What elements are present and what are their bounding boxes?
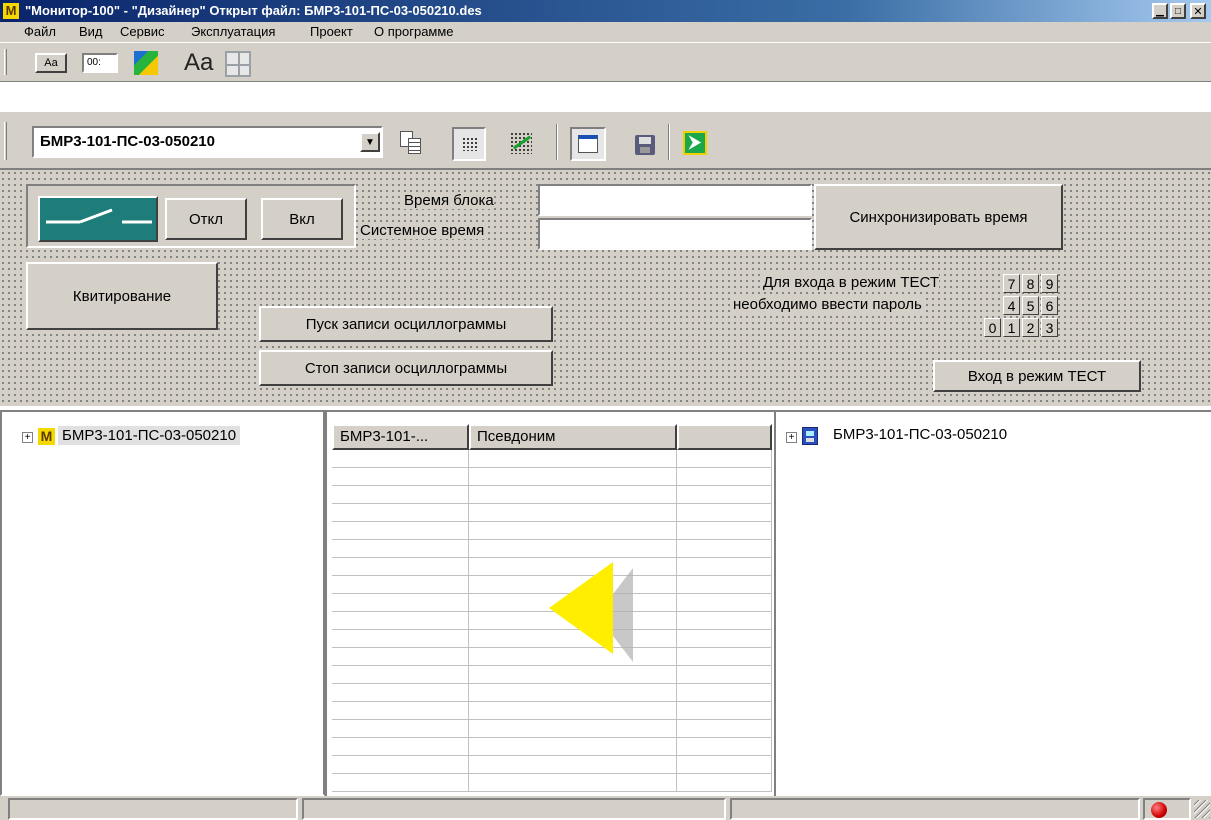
grid-column-device[interactable]: БМР3-101-... xyxy=(332,424,469,450)
toolbar-separator xyxy=(556,124,558,160)
start-oscillogram-button[interactable]: Пуск записи осциллограммы xyxy=(259,306,553,342)
table-row[interactable] xyxy=(332,522,772,540)
right-tree-pane: + БМР3-101-ПС-03-050210 xyxy=(776,410,1211,796)
table-row[interactable] xyxy=(332,774,772,792)
title-bar: M "Монитор-100" - "Дизайнер" Открыт файл… xyxy=(0,0,1211,22)
table-row[interactable] xyxy=(332,738,772,756)
control-panel: Откл Вкл Время блока Системное время Син… xyxy=(0,168,1211,408)
grid-tool-icon[interactable] xyxy=(225,51,251,77)
status-panel-led xyxy=(1143,798,1191,820)
breaker-switch-icon xyxy=(38,196,158,242)
table-row[interactable] xyxy=(332,540,772,558)
grid-column-extra[interactable] xyxy=(677,424,772,450)
menu-operation[interactable]: Эксплуатация xyxy=(191,24,275,39)
resize-grip-icon[interactable] xyxy=(1194,800,1210,818)
font-tool-button[interactable]: Aa xyxy=(184,49,213,77)
keypad-key-5[interactable]: 5 xyxy=(1022,296,1039,315)
test-hint-line2: необходимо ввести пароль xyxy=(733,296,922,313)
keypad-key-8[interactable]: 8 xyxy=(1022,274,1039,293)
align-grid-icon[interactable] xyxy=(508,130,534,156)
time-field-tool-button[interactable]: 00: xyxy=(82,53,118,73)
save-icon[interactable] xyxy=(632,132,658,158)
device-icon xyxy=(802,427,818,445)
maximize-button[interactable]: □ xyxy=(1170,3,1186,19)
table-row[interactable] xyxy=(332,756,772,774)
toolbar-separator xyxy=(668,124,670,160)
keypad-key-2[interactable]: 2 xyxy=(1022,318,1039,337)
dot-grid-toggle[interactable] xyxy=(452,127,486,161)
keypad-key-7[interactable]: 7 xyxy=(1003,274,1020,293)
block-time-label: Время блока xyxy=(404,192,494,209)
menu-file[interactable]: Файл xyxy=(24,24,56,39)
table-row[interactable] xyxy=(332,450,772,468)
table-row[interactable] xyxy=(332,468,772,486)
close-button[interactable]: ✕ xyxy=(1190,3,1206,19)
block-time-field[interactable] xyxy=(538,184,812,216)
keypad-key-0[interactable]: 0 xyxy=(984,318,1001,337)
right-tree-root-label[interactable]: БМР3-101-ПС-03-050210 xyxy=(833,426,1007,443)
toolbar-grip xyxy=(4,49,7,75)
status-bar xyxy=(0,796,1211,820)
table-row[interactable] xyxy=(332,702,772,720)
toolbar-components: Aa 00: Aa xyxy=(0,42,1211,82)
on-button[interactable]: Вкл xyxy=(261,198,343,240)
window-title: "Монитор-100" - "Дизайнер" Открыт файл: … xyxy=(25,3,482,18)
table-row[interactable] xyxy=(332,720,772,738)
keypad-key-1[interactable]: 1 xyxy=(1003,318,1020,337)
sync-time-button[interactable]: Синхронизировать время xyxy=(814,184,1063,250)
device-select-value: БМР3-101-ПС-03-050210 xyxy=(40,133,215,150)
toolbar-grip xyxy=(4,122,7,160)
acknowledge-button[interactable]: Квитирование xyxy=(26,262,218,330)
copy-icon[interactable] xyxy=(398,130,424,156)
system-time-label: Системное время xyxy=(360,222,485,239)
chevron-down-icon[interactable]: ▼ xyxy=(360,132,380,152)
keypad-key-6[interactable]: 6 xyxy=(1041,296,1058,315)
enter-test-mode-button[interactable]: Вход в режим ТЕСТ xyxy=(933,360,1141,392)
menu-bar: Файл Вид Сервис Эксплуатация Проект О пр… xyxy=(0,22,1211,42)
menu-about[interactable]: О программе xyxy=(374,24,454,39)
left-arrow-icon xyxy=(549,562,633,662)
image-tool-icon[interactable] xyxy=(134,51,158,75)
status-led-icon xyxy=(1151,802,1167,818)
device-select[interactable]: БМР3-101-ПС-03-050210 ▼ xyxy=(32,126,383,158)
stop-oscillogram-button[interactable]: Стоп записи осциллограммы xyxy=(259,350,553,386)
table-row[interactable] xyxy=(332,684,772,702)
label-tool-button[interactable]: Aa xyxy=(35,53,67,73)
menu-view[interactable]: Вид xyxy=(79,24,103,39)
status-panel-2 xyxy=(302,798,726,820)
keypad-key-9[interactable]: 9 xyxy=(1041,274,1058,293)
test-hint-line1: Для входа в режим ТЕСТ xyxy=(763,274,939,291)
table-row[interactable] xyxy=(332,666,772,684)
app-icon: M xyxy=(3,3,19,19)
exit-icon[interactable]: ⮞ xyxy=(682,130,708,156)
left-tree-root-label[interactable]: БМР3-101-ПС-03-050210 xyxy=(58,426,241,445)
window-view-toggle[interactable] xyxy=(570,127,606,161)
grid-column-alias[interactable]: Псевдоним xyxy=(469,424,677,450)
status-panel-3 xyxy=(730,798,1140,820)
monitor-project-icon: M xyxy=(38,428,55,445)
menu-service[interactable]: Сервис xyxy=(120,24,165,39)
keypad-key-4[interactable]: 4 xyxy=(1003,296,1020,315)
tree-expand-icon[interactable]: + xyxy=(786,432,797,443)
system-time-field[interactable] xyxy=(538,218,812,250)
grid-header: БМР3-101-... Псевдоним xyxy=(332,424,772,450)
table-row[interactable] xyxy=(332,486,772,504)
status-panel-1 xyxy=(8,798,298,820)
toolbar-device: БМР3-101-ПС-03-050210 ▼ ⮞ xyxy=(0,112,1211,168)
minimize-button[interactable]: ▁ xyxy=(1152,3,1168,19)
tree-expand-icon[interactable]: + xyxy=(22,432,33,443)
menu-project[interactable]: Проект xyxy=(310,24,353,39)
signals-grid: БМР3-101-... Псевдоним xyxy=(325,410,776,796)
left-tree-pane: + M БМР3-101-ПС-03-050210 xyxy=(0,410,325,796)
keypad-key-3[interactable]: 3 xyxy=(1041,318,1058,337)
table-row[interactable] xyxy=(332,504,772,522)
off-button[interactable]: Откл xyxy=(165,198,247,240)
breaker-group: Откл Вкл xyxy=(26,184,356,248)
